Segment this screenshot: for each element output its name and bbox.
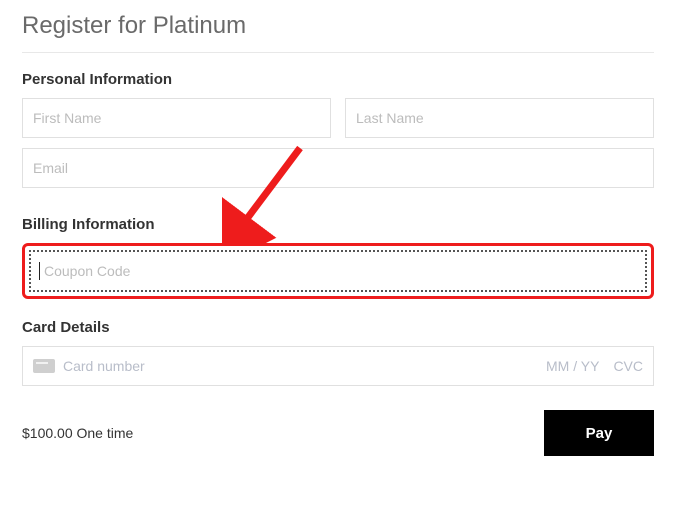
coupon-placeholder: Coupon Code (44, 263, 130, 279)
card-number-placeholder: Card number (63, 358, 145, 374)
pay-button[interactable]: Pay (544, 410, 654, 456)
card-icon (33, 359, 55, 373)
card-details-header: Card Details (22, 319, 654, 336)
coupon-highlight: Coupon Code (22, 243, 654, 299)
card-cvc-placeholder: CVC (613, 358, 643, 374)
card-details-field[interactable]: Card number MM / YY CVC (22, 346, 654, 386)
first-name-field[interactable] (22, 98, 331, 138)
price-text: $100.00 One time (22, 425, 133, 441)
coupon-code-field[interactable]: Coupon Code (29, 250, 647, 292)
card-expiry-placeholder: MM / YY (546, 358, 599, 374)
personal-info-header: Personal Information (22, 71, 654, 88)
last-name-field[interactable] (345, 98, 654, 138)
text-caret (39, 262, 40, 280)
email-field[interactable] (22, 148, 654, 188)
divider (22, 52, 654, 53)
billing-info-header: Billing Information (22, 216, 654, 233)
page-title: Register for Platinum (22, 12, 654, 40)
